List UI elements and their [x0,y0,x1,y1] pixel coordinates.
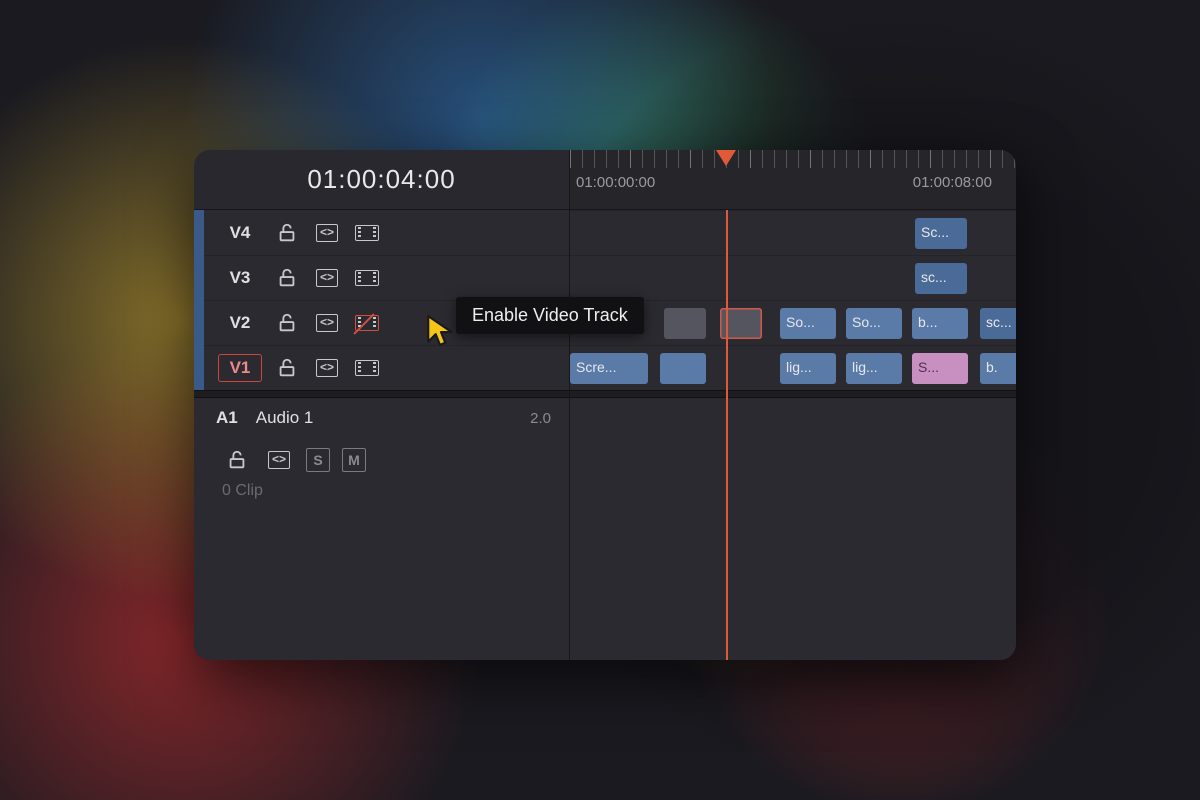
time-ruler[interactable]: 01:00:00:00 01:00:08:00 [570,150,1016,209]
lock-icon[interactable] [272,220,302,246]
track-separator[interactable] [570,390,1016,398]
clip[interactable]: b... [912,308,968,339]
auto-select-icon[interactable]: <> [312,310,342,336]
lock-icon[interactable] [222,447,252,473]
enable-track-icon[interactable] [352,355,382,381]
ruler-ticks [570,150,1016,168]
audio-channel-count: 2.0 [530,410,551,427]
playhead-marker[interactable] [716,150,736,166]
clip[interactable]: lig... [846,353,902,384]
clip[interactable]: S... [912,353,968,384]
timeline-panel: 01:00:04:00 01:00:00:00 01:00:08:00 V4 <… [194,150,1016,660]
track-label[interactable]: V4 [218,220,262,246]
tooltip: Enable Video Track [456,297,644,334]
clip[interactable]: So... [846,308,902,339]
clip[interactable] [660,353,706,384]
playhead-line[interactable] [726,210,728,660]
enable-track-icon[interactable] [352,310,382,336]
track-label[interactable]: V2 [218,310,262,336]
destination-strip[interactable] [194,210,204,390]
lock-icon[interactable] [272,355,302,381]
track-label[interactable]: V3 [218,265,262,291]
timeline-row-v4[interactable]: Sc... [570,210,1016,255]
ruler-label-end: 01:00:08:00 [913,174,992,191]
clip-count-label: 0 Clip [194,482,569,500]
auto-select-icon[interactable]: <> [264,447,294,473]
auto-select-icon[interactable]: <> [312,355,342,381]
clip[interactable]: sc... [915,263,967,294]
ruler-label-start: 01:00:00:00 [576,174,655,191]
clip[interactable]: b. [980,353,1016,384]
auto-select-icon[interactable]: <> [312,220,342,246]
track-headers: V4 <> V3 <> V2 [194,210,570,660]
video-track-header-v1[interactable]: V1 <> [204,345,569,390]
mute-button[interactable]: M [342,448,366,472]
video-track-header-v4[interactable]: V4 <> [204,210,569,255]
audio-track-name[interactable]: Audio 1 [256,408,314,428]
enable-track-icon[interactable] [352,220,382,246]
clip[interactable]: Sc... [915,218,967,249]
clip[interactable]: Scre... [570,353,648,384]
enable-track-icon[interactable] [352,265,382,291]
timecode-display[interactable]: 01:00:04:00 [194,150,570,209]
timeline-row-v1[interactable]: Scre... lig... lig... S... b. [570,345,1016,390]
clip[interactable]: So... [780,308,836,339]
solo-button[interactable]: S [306,448,330,472]
timeline-clips-area[interactable]: Sc... sc... So... So... b... sc... Scre... l… [570,210,1016,660]
lock-icon[interactable] [272,310,302,336]
timeline-header: 01:00:04:00 01:00:00:00 01:00:08:00 [194,150,1016,210]
lock-icon[interactable] [272,265,302,291]
audio-track-header-a1[interactable]: A1 Audio 1 2.0 [194,398,569,438]
video-track-header-v3[interactable]: V3 <> [204,255,569,300]
track-label[interactable]: A1 [216,408,238,428]
clip[interactable]: sc... [980,308,1016,339]
timeline-row-v3[interactable]: sc... [570,255,1016,300]
track-label[interactable]: V1 [218,354,262,382]
clip[interactable] [664,308,706,339]
track-separator[interactable] [194,390,569,398]
tracks-area: V4 <> V3 <> V2 [194,210,1016,660]
audio-track-controls: <> S M [194,438,569,482]
auto-select-icon[interactable]: <> [312,265,342,291]
cursor-icon [424,314,458,348]
clip[interactable]: lig... [780,353,836,384]
